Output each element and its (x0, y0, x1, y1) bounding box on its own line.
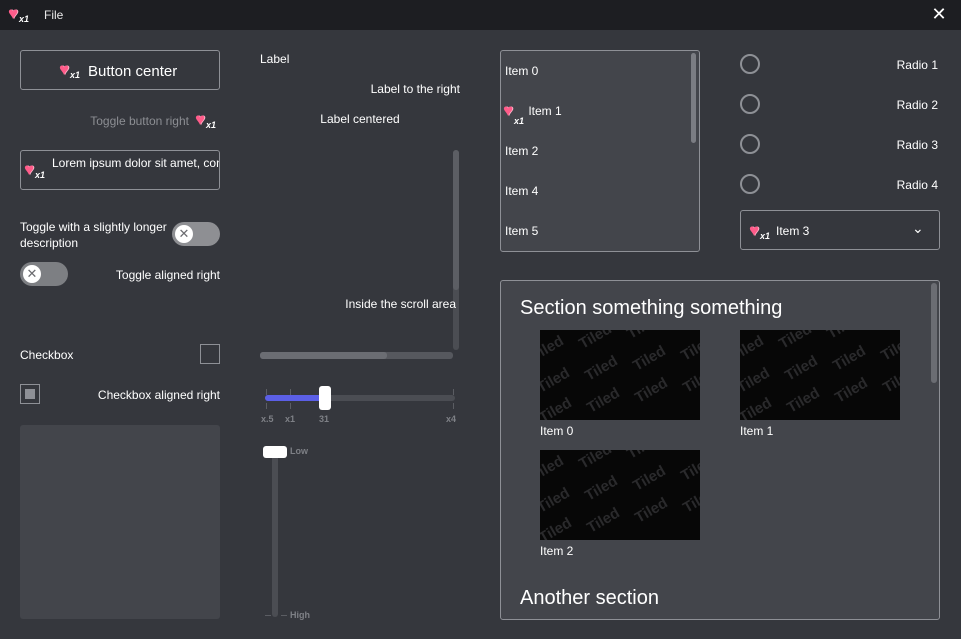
slider-tick (453, 389, 454, 395)
scroll-area-horizontal-thumb[interactable] (260, 352, 387, 359)
heart-icon: ♥ x1 (59, 60, 81, 80)
list-view[interactable]: Item 0 ♥ x1 Item 1 Item 2 Item 4 Item 5 (500, 50, 700, 252)
empty-panel (20, 425, 220, 619)
radio-1[interactable] (740, 54, 760, 74)
section-title: Section something something (520, 297, 783, 319)
tile-image-0[interactable]: Tiled Tiled Tiled Tiled Tiled Tiled Tiled Tile… (540, 330, 700, 420)
radio-4-label: Radio 4 (896, 178, 938, 192)
slider-tick (266, 403, 267, 409)
radio-2[interactable] (740, 94, 760, 114)
heart-icon: ♥ x1 (503, 100, 525, 126)
radio-4[interactable] (740, 174, 760, 194)
label-centered: Label centered (320, 112, 400, 126)
label-right: Label to the right (370, 82, 460, 96)
close-icon[interactable]: ✕ (930, 4, 948, 24)
slider-tick (265, 615, 271, 616)
toggle-long-switch[interactable]: ✕ (172, 222, 220, 246)
slider-tick (281, 615, 287, 616)
slider-tick-label: x4 (446, 414, 457, 424)
section-scrollbar[interactable] (931, 283, 937, 383)
text-field-value: Lorem ipsum dolor sit amet, consectetur … (52, 156, 219, 170)
dropdown-selected: Item 3 (776, 224, 810, 238)
vertical-slider-handle[interactable] (263, 446, 287, 458)
section-title-2: Another section (520, 587, 659, 609)
list-item[interactable]: Item 5 (505, 221, 538, 241)
heart-icon: ♥ x1 (195, 110, 217, 130)
dropdown[interactable]: ♥ x1 Item 3 ⌄ (740, 210, 940, 250)
app-heart-icon: ♥ x1 (8, 4, 30, 24)
slider-tick (290, 389, 291, 395)
checkbox-mark (25, 389, 35, 399)
list-item[interactable]: Item 0 (505, 61, 538, 81)
slider-tick (266, 389, 267, 395)
toggle-knob: ✕ (23, 265, 41, 283)
vertical-slider-high-label: High (290, 610, 310, 620)
toggle-right-label: Toggle aligned right (115, 268, 220, 282)
toggle-knob: ✕ (175, 225, 193, 243)
list-item-label: Item 1 (528, 104, 562, 118)
vertical-slider-low-label: Low (290, 446, 308, 456)
label-left: Label (260, 52, 290, 66)
button-center-label: Button center (88, 63, 178, 80)
slider-tick-label: x1 (285, 414, 296, 424)
radio-3-label: Radio 3 (896, 138, 938, 152)
horizontal-slider-handle[interactable] (319, 386, 331, 410)
horizontal-slider-fill (265, 395, 325, 401)
radio-3[interactable] (740, 134, 760, 154)
list-item[interactable]: Item 2 (505, 141, 538, 161)
heart-icon: ♥ x1 (24, 160, 46, 180)
toggle-button-right-label: Toggle button right (90, 114, 189, 128)
slider-tick (290, 403, 291, 409)
checkbox-right[interactable] (20, 384, 40, 404)
list-item[interactable]: Item 4 (505, 181, 538, 201)
tile-label-1: Item 1 (740, 424, 774, 438)
toggle-button-right[interactable]: Toggle button right ♥ x1 (20, 110, 220, 132)
radio-2-label: Radio 2 (896, 98, 938, 112)
slider-tick (453, 403, 454, 409)
tile-image-2[interactable]: Tiled Tiled Tiled Tiled Tiled Tiled Tiled Tile… (540, 450, 700, 540)
checkbox-label: Checkbox (20, 348, 74, 362)
tile-label-0: Item 0 (540, 424, 574, 438)
title-bar: ♥ x1 File ✕ (0, 0, 961, 30)
scroll-area-text: Inside the scroll area (345, 297, 456, 311)
toggle-long-label: Toggle with a slightly longer descriptio… (20, 220, 167, 250)
list-item[interactable]: ♥ x1 Item 1 (503, 100, 562, 126)
section-scroll-area[interactable]: Section something something Tiled Tiled Ti… (500, 280, 940, 620)
checkbox[interactable] (200, 344, 220, 364)
list-scrollbar[interactable] (691, 53, 696, 143)
slider-tick-label: x.5 (261, 414, 274, 424)
chevron-down-icon: ⌄ (912, 220, 924, 236)
checkbox-right-label: Checkbox aligned right (97, 388, 220, 402)
heart-icon: ♥ x1 (749, 221, 771, 241)
tile-image-1[interactable]: Tiled Tiled Tiled Tiled Tiled Tiled Tiled Tile… (740, 330, 900, 420)
scroll-area-vertical-thumb[interactable] (453, 150, 459, 290)
radio-1-label: Radio 1 (896, 58, 938, 72)
close-icon: ✕ (178, 226, 190, 241)
button-center[interactable]: ♥ x1 Button center (20, 50, 220, 90)
multiline-text-field[interactable]: ♥x1 Lorem ipsum dolor sit amet, consecte… (20, 150, 220, 190)
close-icon: ✕ (26, 266, 38, 281)
vertical-slider-track[interactable] (272, 452, 278, 617)
slider-value-label: 31 (319, 414, 330, 424)
tile-label-2: Item 2 (540, 544, 574, 558)
menu-file[interactable]: File (44, 8, 63, 22)
